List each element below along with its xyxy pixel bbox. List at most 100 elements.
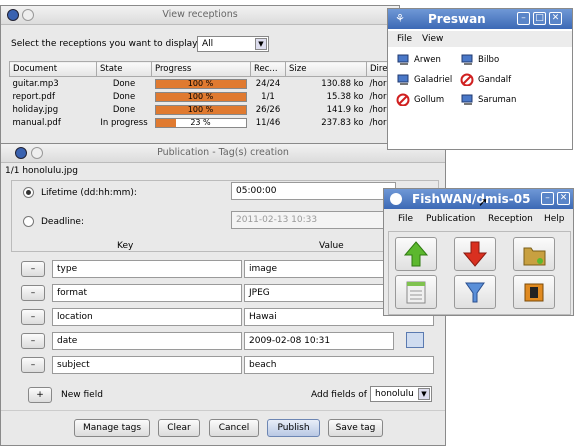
cell-document: holiday.jpg: [12, 104, 59, 115]
mouse-cursor-icon: ➚: [478, 195, 489, 209]
divider: [1, 410, 445, 411]
tag-list-button[interactable]: [395, 275, 437, 309]
progress-label: 100 %: [187, 104, 214, 114]
receptions-table: Document State Progress Rec... Size Dire…: [9, 61, 401, 129]
cell-size: 237.83 ko: [321, 117, 364, 128]
deadline-radio[interactable]: [23, 216, 34, 227]
cancel-button[interactable]: Cancel: [209, 419, 259, 437]
user-name: Arwen: [414, 55, 441, 65]
open-folder-button[interactable]: [513, 237, 555, 271]
progress-bar: 100 %: [154, 91, 247, 102]
manage-tags-button[interactable]: Manage tags: [74, 419, 150, 437]
fishwan-titlebar[interactable]: FishWAN/dmis-05 – ✕ ➚: [384, 189, 573, 209]
table-row[interactable]: guitar.mp3 Done 100 % 24/24 130.88 ko/hor: [10, 77, 401, 91]
blocked-user-icon: [396, 93, 411, 107]
publication-file-label: 1/1 honolulu.jpg: [5, 166, 78, 176]
remove-tag-button[interactable]: –: [21, 333, 45, 349]
remove-tag-button[interactable]: –: [21, 285, 45, 301]
remove-tag-button[interactable]: –: [21, 309, 45, 325]
menu-reception[interactable]: Reception: [488, 214, 533, 224]
save-tag-button[interactable]: Save tag: [328, 419, 383, 437]
close-icon[interactable]: ✕: [557, 192, 570, 205]
lifetime-input[interactable]: 05:00:00: [231, 182, 396, 200]
cell-progress: 100 %: [152, 103, 251, 116]
chevron-down-icon[interactable]: ▼: [418, 388, 430, 400]
table-row[interactable]: report.pdf Done 100 % 1/1 15.38 ko/hor: [10, 90, 401, 103]
tag-value-input[interactable]: 2009-02-08 10:31: [244, 332, 394, 350]
cell-state: Done: [112, 78, 136, 89]
preswan-title: Preswan: [428, 12, 486, 26]
add-fields-label: Add fields of: [311, 390, 367, 400]
menu-file[interactable]: File: [398, 214, 413, 224]
cell-document: manual.pdf: [12, 117, 61, 128]
publish-button[interactable]: Publish: [267, 419, 320, 437]
value-column-header: Value: [319, 241, 344, 251]
table-row[interactable]: holiday.jpg Done 100 % 26/26 141.9 ko/hor: [10, 103, 401, 116]
user-name: Galadriel: [414, 75, 453, 85]
preswan-menubar: File View: [388, 31, 572, 47]
blocked-user-icon: [460, 73, 475, 87]
add-fields-select[interactable]: honolulu ▼: [370, 386, 432, 402]
tag-value-input[interactable]: beach: [244, 356, 434, 374]
list-icon: [406, 281, 426, 304]
minimize-icon[interactable]: –: [517, 12, 530, 25]
minimize-icon[interactable]: –: [541, 192, 554, 205]
up-arrow-icon: [403, 241, 429, 267]
cell-progress: 23 %: [152, 116, 251, 129]
column-header-size[interactable]: Size: [285, 61, 367, 77]
tag-key-input[interactable]: date: [52, 332, 242, 350]
cell-rec: 11/46: [255, 117, 281, 128]
column-header-rec[interactable]: Rec...: [250, 61, 286, 77]
tag-key-input[interactable]: type: [52, 260, 242, 278]
filter-icon: [465, 282, 485, 303]
receptions-window: View receptions Select the receptions yo…: [0, 5, 401, 153]
receptions-titlebar[interactable]: View receptions: [1, 6, 399, 25]
column-header-document[interactable]: Document: [9, 61, 97, 77]
column-header-progress[interactable]: Progress: [151, 61, 251, 77]
app-icon: [390, 193, 402, 205]
receptions-filter-select[interactable]: All ▼: [197, 36, 269, 52]
tag-key-input[interactable]: location: [52, 308, 242, 326]
cell-size: 15.38 ko: [326, 91, 364, 102]
user-name: Gandalf: [478, 75, 512, 85]
clear-button[interactable]: Clear: [158, 419, 200, 437]
column-header-state[interactable]: State: [96, 61, 152, 77]
remove-tag-button[interactable]: –: [21, 261, 45, 277]
cell-state: Done: [112, 104, 136, 115]
receptions-filter-value: All: [202, 39, 214, 49]
cell-document: guitar.mp3: [12, 78, 59, 89]
publication-titlebar[interactable]: Publication - Tag(s) creation: [1, 144, 445, 163]
menu-file[interactable]: File: [397, 34, 412, 44]
filter-button[interactable]: [454, 275, 496, 309]
key-column-header: Key: [117, 241, 134, 251]
remove-tag-button[interactable]: –: [21, 357, 45, 373]
user-computer-icon: [396, 53, 411, 66]
receive-down-button[interactable]: [454, 237, 496, 271]
close-icon[interactable]: ✕: [549, 12, 562, 25]
add-fields-value: honolulu: [375, 389, 414, 399]
table-row[interactable]: manual.pdf In progress 23 % 11/46 237.83 ko /…: [10, 116, 401, 129]
menu-help[interactable]: Help: [544, 214, 565, 224]
cell-size: 141.9 ko: [326, 104, 364, 115]
maximize-icon[interactable]: □: [533, 12, 546, 25]
user-name: Bilbo: [478, 55, 500, 65]
menu-publication[interactable]: Publication: [426, 214, 475, 224]
add-field-button[interactable]: +: [28, 387, 52, 403]
lifetime-radio[interactable]: [23, 187, 34, 198]
progress-label: 23 %: [190, 117, 211, 127]
calendar-icon[interactable]: [406, 332, 424, 348]
lifetime-label: Lifetime (dd:hh:mm):: [41, 188, 137, 198]
chevron-down-icon[interactable]: ▼: [255, 38, 267, 50]
user-computer-icon: [396, 73, 411, 86]
user-name: Saruman: [478, 95, 517, 105]
stop-button[interactable]: [513, 275, 555, 309]
tag-key-input[interactable]: format: [52, 284, 242, 302]
receptions-title: View receptions: [162, 9, 238, 20]
publish-up-button[interactable]: [395, 237, 437, 271]
tag-key-input[interactable]: subject: [52, 356, 242, 374]
progress-label: 100 %: [187, 91, 214, 101]
receptions-header-row: Document State Progress Rec... Size Dire: [9, 61, 401, 77]
preswan-titlebar[interactable]: ⚘ Preswan – □ ✕: [388, 9, 572, 29]
menu-view[interactable]: View: [422, 34, 443, 44]
deadline-input[interactable]: 2011-02-13 10:33: [231, 211, 396, 229]
